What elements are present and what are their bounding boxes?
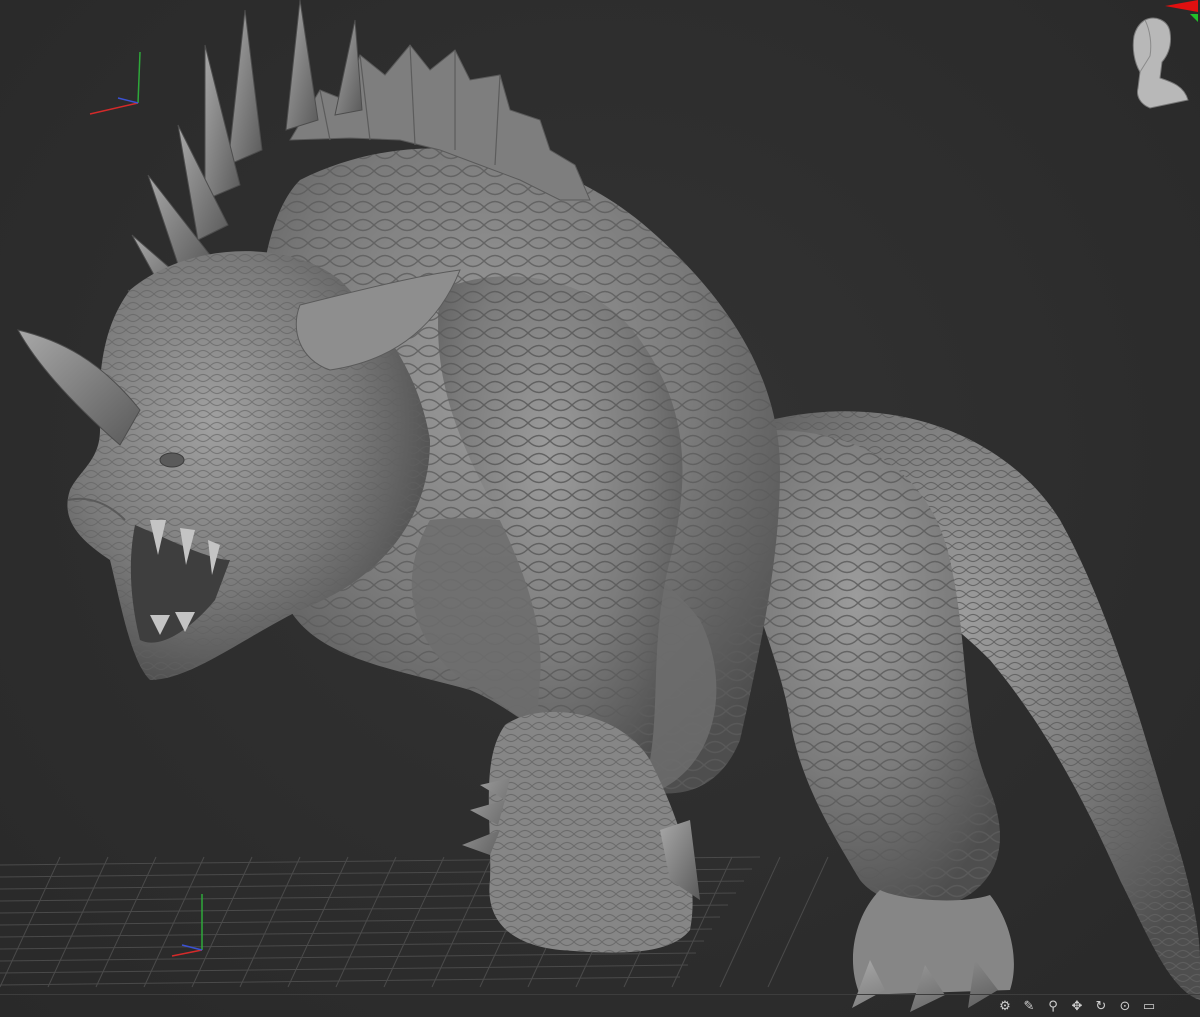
floor-axis-gizmo: [171, 894, 203, 957]
rotate-icon[interactable]: ↻: [1092, 998, 1110, 1016]
zoom-icon[interactable]: ⊙: [1116, 998, 1134, 1016]
axis-gizmo: [89, 51, 141, 115]
bottom-toolbar: ⚙ ✎ ⚲ ✥ ↻ ⊙ ▭: [996, 996, 1200, 1017]
move-icon[interactable]: ✥: [1068, 998, 1086, 1016]
head-navigator-icon[interactable]: [1110, 0, 1200, 120]
pin-icon[interactable]: ⚲: [1044, 998, 1062, 1016]
frame-icon[interactable]: ▭: [1140, 998, 1158, 1016]
viewport-bottom-divider: [0, 994, 1200, 995]
gear-icon[interactable]: ⚙: [996, 998, 1014, 1016]
sculpt-model[interactable]: [0, 0, 1200, 1017]
3d-viewport[interactable]: ⚙ ✎ ⚲ ✥ ↻ ⊙ ▭: [0, 0, 1200, 1017]
brush-icon[interactable]: ✎: [1020, 998, 1038, 1016]
